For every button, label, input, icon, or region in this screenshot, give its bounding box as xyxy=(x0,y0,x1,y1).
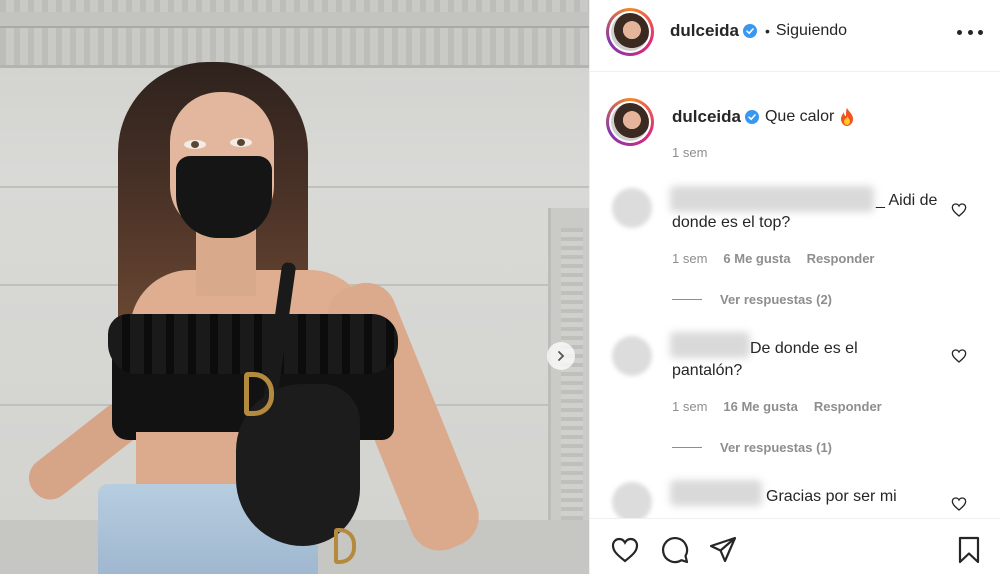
view-replies-button[interactable]: Ver respuestas (1) xyxy=(672,440,832,455)
commenter-avatar[interactable] xyxy=(612,188,652,228)
author-username[interactable]: dulceida xyxy=(670,21,739,41)
post-details-panel: dulceida • Siguiendo dulceida Que calor xyxy=(589,0,1000,574)
comment-meta: 1 sem 16 Me gusta Responder xyxy=(672,399,882,414)
commenter-avatar[interactable] xyxy=(612,482,652,522)
heart-icon[interactable] xyxy=(610,535,640,565)
face-mask xyxy=(176,156,272,238)
reply-button[interactable]: Responder xyxy=(814,399,882,414)
heart-icon[interactable] xyxy=(951,496,967,512)
caption-text: Que calor xyxy=(764,108,835,125)
replies-line xyxy=(672,447,702,448)
author-row: dulceida • Siguiendo xyxy=(670,21,847,41)
comment-text: De donde es el pantalón? xyxy=(672,340,858,379)
eye xyxy=(230,138,252,147)
post-photo[interactable] xyxy=(0,0,589,574)
author-avatar[interactable] xyxy=(606,8,654,56)
heart-icon[interactable] xyxy=(951,348,967,364)
replies-line xyxy=(672,299,702,300)
comment-likes[interactable]: 16 Me gusta xyxy=(723,399,797,414)
follow-status-button[interactable]: Siguiendo xyxy=(776,22,847,40)
comment-text: Gracias por ser mi xyxy=(766,488,897,505)
blurred-username xyxy=(670,480,762,506)
view-replies-button[interactable]: Ver respuestas (2) xyxy=(672,292,832,307)
view-replies-label: Ver respuestas (2) xyxy=(720,292,833,307)
chevron-right-icon xyxy=(558,351,565,361)
more-options-icon[interactable] xyxy=(957,22,983,42)
building-cornice xyxy=(0,0,589,68)
post-header: dulceida • Siguiendo xyxy=(590,0,1000,72)
heart-icon[interactable] xyxy=(951,202,967,218)
verified-badge-icon xyxy=(744,110,759,124)
eye xyxy=(184,140,206,149)
comment-text: _ Aidi de donde es el top? xyxy=(672,192,938,231)
separator-dot: • xyxy=(764,23,770,39)
comment-time[interactable]: 1 sem xyxy=(672,251,707,266)
comment-meta: 1 sem 6 Me gusta Responder xyxy=(672,251,875,266)
comment-likes[interactable]: 6 Me gusta xyxy=(723,251,790,266)
fire-emoji-icon xyxy=(841,108,854,126)
caption-time[interactable]: 1 sem xyxy=(672,145,707,160)
verified-badge-icon xyxy=(742,24,757,38)
caption-username[interactable]: dulceida xyxy=(672,107,741,127)
post-action-bar xyxy=(590,518,1000,574)
reply-button[interactable]: Responder xyxy=(807,251,875,266)
view-replies-label: Ver respuestas (1) xyxy=(720,440,833,455)
comment-icon[interactable] xyxy=(660,535,690,565)
paper-plane-icon[interactable] xyxy=(708,535,738,565)
carousel-next-button[interactable] xyxy=(547,342,575,370)
comment-time[interactable]: 1 sem xyxy=(672,399,707,414)
caption-line: dulceida Que calor xyxy=(672,107,854,127)
commenter-avatar[interactable] xyxy=(612,336,652,376)
bookmark-icon[interactable] xyxy=(954,535,984,565)
author-avatar[interactable] xyxy=(606,98,654,146)
